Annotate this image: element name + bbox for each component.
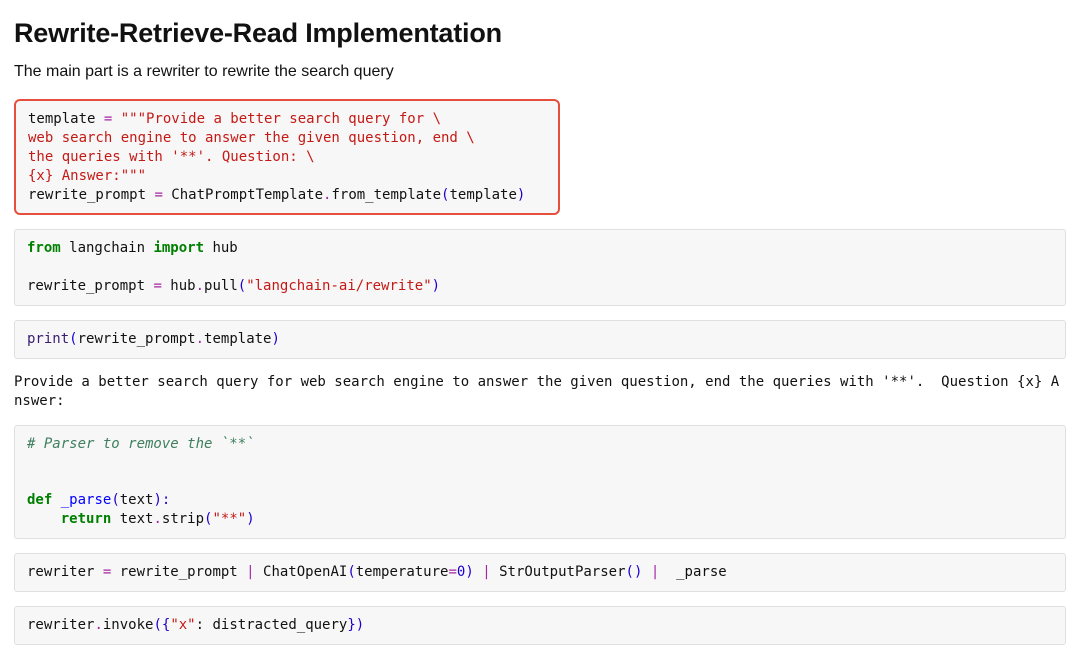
code-token: ChatPromptTemplate — [163, 187, 323, 203]
code-token: ) — [271, 331, 279, 347]
code-token: from_template — [331, 187, 441, 203]
code-token: "langchain-ai/rewrite" — [246, 278, 431, 294]
code-token: | — [651, 564, 659, 580]
code-token: | — [246, 564, 254, 580]
output-text: Provide a better search query for web se… — [14, 373, 1066, 411]
code-token: {x} Answer:""" — [28, 168, 146, 184]
code-token: rewriter — [27, 617, 94, 633]
code-token: """Provide a better search query for \ — [121, 111, 441, 127]
code-token: hub — [204, 240, 238, 256]
code-token — [112, 111, 120, 127]
code-token: return — [61, 511, 112, 527]
code-block-template-definition: template = """Provide a better search qu… — [14, 99, 560, 215]
code-token: pull — [204, 278, 238, 294]
code-token: hub — [162, 278, 196, 294]
code-token — [642, 564, 650, 580]
code-token: text — [120, 492, 154, 508]
code-token: "x" — [170, 617, 195, 633]
code-token: _parse — [61, 492, 112, 508]
code-token — [474, 564, 482, 580]
code-token: distracted_query — [212, 617, 347, 633]
code-token: . — [94, 617, 102, 633]
code-token: ( — [153, 617, 161, 633]
code-token: rewrite_prompt — [111, 564, 246, 580]
code-token: # Parser to remove the `**` — [27, 436, 255, 452]
code-block-parser-def: # Parser to remove the `**` def _parse(t… — [14, 425, 1066, 539]
code-token: rewrite_prompt — [78, 331, 196, 347]
code-token: ChatOpenAI — [255, 564, 348, 580]
code-token: template — [204, 331, 271, 347]
code-token: } — [347, 617, 355, 633]
code-token: = — [153, 278, 161, 294]
code-token: text — [111, 511, 153, 527]
code-token: "**" — [212, 511, 246, 527]
code-token: rewrite_prompt — [28, 187, 154, 203]
code-token: ) — [246, 511, 254, 527]
code-token: = — [448, 564, 456, 580]
code-token: . — [196, 331, 204, 347]
code-token: temperature — [356, 564, 449, 580]
code-token: StrOutputParser — [491, 564, 626, 580]
code-token: | — [482, 564, 490, 580]
code-token: template — [449, 187, 516, 203]
code-token: web search engine to answer the given qu… — [28, 130, 475, 146]
code-token: . — [196, 278, 204, 294]
code-block-print-template: print(rewrite_prompt.template) — [14, 320, 1066, 359]
code-token: : — [196, 617, 213, 633]
code-token: ( — [69, 331, 77, 347]
code-token: ) — [517, 187, 525, 203]
code-token: invoke — [103, 617, 154, 633]
page-title: Rewrite-Retrieve-Read Implementation — [14, 18, 1066, 49]
code-token: strip — [162, 511, 204, 527]
code-token: def — [27, 492, 52, 508]
code-token: ) — [432, 278, 440, 294]
code-token: _parse — [659, 564, 726, 580]
code-token: ( — [238, 278, 246, 294]
code-token: ) — [356, 617, 364, 633]
code-token: ( — [347, 564, 355, 580]
code-block-import-hub: from langchain import hub rewrite_prompt… — [14, 229, 1066, 306]
code-token: rewriter — [27, 564, 103, 580]
code-token: template — [28, 111, 104, 127]
code-token: langchain — [61, 240, 154, 256]
code-token: = — [154, 187, 162, 203]
code-block-rewriter-invoke: rewriter.invoke({"x": distracted_query}) — [14, 606, 1066, 645]
intro-text: The main part is a rewriter to rewrite t… — [14, 63, 1066, 81]
code-token: the queries with '**'. Question: \ — [28, 149, 315, 165]
code-token: ( — [626, 564, 634, 580]
code-token: import — [153, 240, 204, 256]
code-token: ): — [153, 492, 170, 508]
code-token — [52, 492, 60, 508]
code-token — [27, 511, 61, 527]
code-token: ) — [465, 564, 473, 580]
code-token: from — [27, 240, 61, 256]
code-token: rewrite_prompt — [27, 278, 153, 294]
code-token: print — [27, 331, 69, 347]
code-block-rewriter-chain: rewriter = rewrite_prompt | ChatOpenAI(t… — [14, 553, 1066, 592]
code-token: ( — [111, 492, 119, 508]
code-token: . — [153, 511, 161, 527]
